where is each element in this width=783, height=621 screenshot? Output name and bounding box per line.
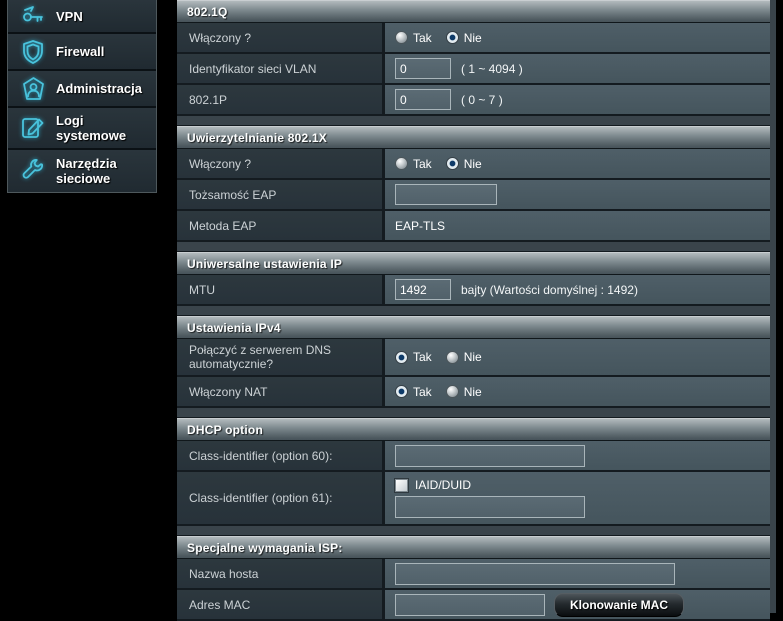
system-log-icon (18, 115, 48, 142)
row-value: ( 1 ~ 4094 ) (385, 54, 770, 83)
sidebar-menu: VPN Firewall Administracja Logi systemow… (7, 0, 157, 193)
panel-right-edge (770, 0, 776, 613)
vpn-icon (18, 3, 48, 30)
section-gap (177, 242, 770, 252)
shield-icon (18, 38, 48, 65)
row-value (385, 559, 770, 588)
8021p-range-hint: ( 0 ~ 7 ) (461, 92, 503, 107)
radio-label-nie: Nie (463, 30, 482, 45)
sidebar-item-vpn[interactable]: VPN (8, 0, 156, 34)
sidebar-item-narzedzia-sieciowe[interactable]: Narzędzia sieciowe (8, 150, 156, 192)
row-value: IAID/DUID (385, 472, 770, 524)
row-value: Tak Nie (385, 149, 770, 178)
sidebar-item-firewall[interactable]: Firewall (8, 34, 156, 71)
iaid-duid-checkbox[interactable] (395, 478, 408, 492)
row-label: Class-identifier (option 60): (177, 441, 385, 470)
admin-user-icon (18, 75, 48, 102)
section-header-isp-requirements: Specjalne wymagania ISP: (177, 536, 770, 559)
row-value (385, 180, 770, 209)
row-eap-identity: Tożsamość EAP (177, 180, 770, 211)
radio-label-nie: Nie (463, 350, 482, 364)
row-8021x-enabled: Włączony ? Tak Nie (177, 149, 770, 180)
row-label: Nazwa hosta (177, 559, 385, 588)
sidebar-item-label: Narzędzia sieciowe (56, 156, 117, 186)
row-label: Tożsamość EAP (177, 180, 385, 209)
row-label: Adres MAC (177, 590, 385, 619)
row-hostname: Nazwa hosta (177, 559, 770, 590)
row-value: Tak Nie (385, 377, 770, 406)
radio-label-tak: Tak (413, 30, 432, 45)
network-tools-icon (18, 158, 48, 185)
row-option60: Class-identifier (option 60): (177, 441, 770, 472)
vlan-id-range-hint: ( 1 ~ 4094 ) (461, 61, 523, 76)
vlan-id-input[interactable] (395, 58, 451, 79)
row-nat-enabled: Włączony NAT Tak Nie (177, 377, 770, 408)
radio-label-tak: Tak (413, 350, 432, 364)
radio-label-nie: Nie (463, 156, 482, 171)
radio-nie[interactable] (445, 31, 459, 44)
radio-nie[interactable] (445, 157, 459, 170)
iaid-duid-option: IAID/DUID (395, 478, 471, 492)
row-value: Klonowanie MAC (385, 590, 770, 619)
mtu-hint: bajty (Wartości domyślnej : 1492) (461, 282, 638, 297)
row-value (385, 441, 770, 470)
radio-tak[interactable] (395, 157, 408, 170)
row-value: Tak Nie (385, 23, 770, 52)
sidebar-item-label: VPN (56, 8, 83, 24)
hostname-input[interactable] (395, 562, 675, 585)
row-mtu: MTU bajty (Wartości domyślnej : 1492) (177, 275, 770, 306)
8021p-input[interactable] (395, 89, 451, 110)
eap-method-value: EAP-TLS (395, 218, 446, 233)
section-gap (177, 306, 770, 316)
row-label: Identyfikator sieci VLAN (177, 54, 385, 83)
radio-tak[interactable] (395, 385, 408, 398)
option61-input[interactable] (395, 496, 585, 518)
row-vlan-id: Identyfikator sieci VLAN ( 1 ~ 4094 ) (177, 54, 770, 85)
row-label: Włączony NAT (177, 377, 385, 406)
sidebar-item-label: Administracja (56, 81, 142, 96)
mtu-input[interactable] (395, 279, 451, 300)
row-value: EAP-TLS (385, 211, 770, 240)
section-gap (177, 408, 770, 418)
radio-label-tak: Tak (413, 384, 432, 399)
radio-tak[interactable] (395, 350, 408, 364)
sidebar-item-label: Firewall (56, 44, 105, 59)
iaid-duid-label: IAID/DUID (415, 478, 472, 492)
settings-panel: 802.1Q Włączony ? Tak Nie Identyfikator … (177, 0, 770, 621)
radio-label-nie: Nie (463, 384, 482, 399)
section-header-ipv4: Ustawienia IPv4 (177, 316, 770, 339)
radio-nie[interactable] (445, 350, 459, 364)
row-label: Class-identifier (option 61): (177, 472, 385, 524)
section-gap (177, 116, 770, 126)
section-header-universal-ip: Uniwersalne ustawienia IP (177, 252, 770, 275)
sidebar-item-logi-systemowe[interactable]: Logi systemowe (8, 108, 156, 150)
row-mac-address: Adres MAC Klonowanie MAC (177, 590, 770, 621)
row-label: MTU (177, 275, 385, 304)
row-option61: Class-identifier (option 61): IAID/DUID (177, 472, 770, 526)
row-dns-auto: Połączyć z serwerem DNS automatycznie? T… (177, 339, 770, 377)
sidebar-item-administracja[interactable]: Administracja (8, 71, 156, 108)
sidebar-item-label: Logi systemowe (56, 113, 127, 143)
row-label: 802.1P (177, 85, 385, 114)
section-gap (177, 526, 770, 536)
eap-identity-input[interactable] (395, 184, 497, 205)
option60-input[interactable] (395, 444, 585, 467)
radio-tak[interactable] (395, 31, 408, 44)
row-label: Połączyć z serwerem DNS automatycznie? (177, 339, 385, 375)
row-label: Włączony ? (177, 149, 385, 178)
mac-address-input[interactable] (395, 593, 545, 616)
section-header-8021x: Uwierzytelnianie 802.1X (177, 126, 770, 149)
row-8021q-enabled: Włączony ? Tak Nie (177, 23, 770, 54)
radio-nie[interactable] (445, 385, 459, 398)
row-value: bajty (Wartości domyślnej : 1492) (385, 275, 770, 304)
row-value: Tak Nie (385, 339, 770, 375)
row-eap-method: Metoda EAP EAP-TLS (177, 211, 770, 242)
section-header-8021q: 802.1Q (177, 0, 770, 23)
row-label: Włączony ? (177, 23, 385, 52)
row-8021p: 802.1P ( 0 ~ 7 ) (177, 85, 770, 116)
row-value: ( 0 ~ 7 ) (385, 85, 770, 114)
row-label: Metoda EAP (177, 211, 385, 240)
radio-label-tak: Tak (413, 156, 432, 171)
section-header-dhcp-option: DHCP option (177, 418, 770, 441)
